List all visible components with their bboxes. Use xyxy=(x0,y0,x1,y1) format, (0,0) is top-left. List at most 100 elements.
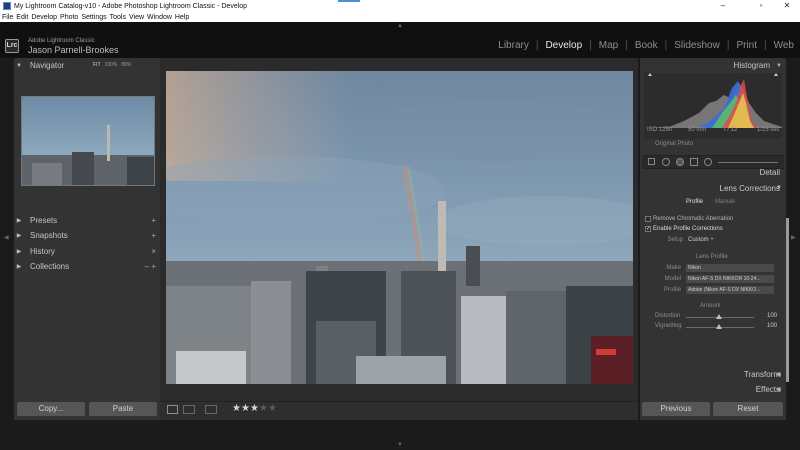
navigator-preview-image xyxy=(22,97,154,185)
vignetting-slider-thumb[interactable] xyxy=(716,324,722,329)
model-label: Model xyxy=(664,276,681,282)
filmstrip-toggle-icon[interactable]: ▼ xyxy=(397,442,403,448)
make-label: Make xyxy=(666,265,681,271)
right-panel-scrollbar[interactable] xyxy=(786,218,789,382)
model-dropdown[interactable]: Nikon AF-S DX NIKKOR 10-24... xyxy=(686,275,774,283)
module-separator: | xyxy=(764,40,767,51)
collections-actions-icon[interactable]: – + xyxy=(145,262,156,271)
exif-shutter-speed: 1/25 sec xyxy=(757,127,780,133)
zoom-88[interactable]: 88% xyxy=(121,62,131,68)
vignetting-value[interactable]: 100 xyxy=(767,323,777,329)
loupe-view-icon[interactable] xyxy=(167,405,178,414)
exif-iso: ISO 1250 xyxy=(647,127,673,133)
navigator-thumbnail[interactable] xyxy=(21,96,155,186)
close-button[interactable]: ✕ xyxy=(776,0,798,12)
graduated-filter-icon[interactable] xyxy=(690,158,698,166)
snapshots-header[interactable]: ▶ Snapshots + xyxy=(14,229,160,242)
menu-window[interactable]: Window xyxy=(147,14,172,21)
minimize-button[interactable]: – xyxy=(712,0,734,12)
remove-ca-checkbox[interactable] xyxy=(645,216,651,222)
rating-star-icon[interactable]: ★ xyxy=(232,403,241,414)
user-name: Jason Parnell-Brookes xyxy=(28,45,119,55)
add-snapshot-icon[interactable]: + xyxy=(151,231,156,240)
navigator-title: Navigator xyxy=(30,61,65,70)
before-after-top-bottom-icon[interactable] xyxy=(205,405,217,414)
collections-header[interactable]: ▶ Collections – + xyxy=(14,260,160,273)
menu-help[interactable]: Help xyxy=(175,14,189,21)
expand-triangle-icon: ◀ xyxy=(776,372,781,378)
exif-focal-length: 50 mm xyxy=(688,127,707,133)
detail-section-header[interactable]: Detail xyxy=(760,168,780,177)
module-map[interactable]: Map xyxy=(599,40,618,51)
module-separator: | xyxy=(589,40,592,51)
module-slideshow[interactable]: Slideshow xyxy=(674,40,720,51)
crop-tool-icon[interactable] xyxy=(648,158,655,165)
module-print[interactable]: Print xyxy=(736,40,757,51)
menu-photo[interactable]: Photo xyxy=(60,14,78,21)
left-panel-toggle-icon[interactable]: ◀ xyxy=(4,234,9,241)
menu-settings[interactable]: Settings xyxy=(81,14,106,21)
rating-star-icon[interactable]: ★ xyxy=(268,403,277,414)
vignetting-label: Vignetting xyxy=(655,323,682,329)
collections-title: Collections xyxy=(30,262,70,271)
clear-history-icon[interactable]: × xyxy=(151,247,156,256)
distortion-slider-thumb[interactable] xyxy=(716,314,722,319)
module-web[interactable]: Web xyxy=(774,40,794,51)
paste-button[interactable]: Paste xyxy=(89,402,157,416)
maximize-button[interactable]: ▫ xyxy=(750,0,772,12)
previous-button[interactable]: Previous xyxy=(642,402,710,416)
lens-corrections-header[interactable]: Lens Corrections xyxy=(720,184,780,193)
menu-view[interactable]: View xyxy=(129,14,144,21)
enable-profile-checkbox[interactable]: ✓ xyxy=(645,226,651,232)
make-dropdown[interactable]: Nikon xyxy=(686,264,774,272)
presets-title: Presets xyxy=(30,216,58,225)
original-photo-label: Original Photo xyxy=(655,141,694,147)
adjustment-brush-slider[interactable] xyxy=(718,162,778,163)
distortion-value[interactable]: 100 xyxy=(767,313,777,319)
profile-dropdown[interactable]: Adobe (Nikon AF-S DX NIKKO... xyxy=(686,286,774,294)
module-separator: | xyxy=(535,40,539,51)
menu-file[interactable]: File xyxy=(2,14,13,21)
exif-aperture: f / 12 xyxy=(724,127,738,133)
rating-star-icon[interactable]: ★ xyxy=(259,403,268,414)
zoom-100[interactable]: 100% xyxy=(105,62,118,68)
module-picker: Library | Develop | Map | Book | Slidesh… xyxy=(491,40,794,51)
rating-star-icon[interactable]: ★ xyxy=(250,403,259,414)
navigator-header[interactable]: ▼ Navigator xyxy=(14,59,160,72)
spot-removal-icon[interactable] xyxy=(662,158,670,166)
reset-button[interactable]: Reset xyxy=(713,402,783,416)
rating-star-icon[interactable]: ★ xyxy=(241,403,250,414)
tab-profile[interactable]: Profile xyxy=(686,199,703,205)
tab-manual[interactable]: Manual xyxy=(715,199,735,205)
module-separator: | xyxy=(625,40,628,51)
right-panel-toggle-icon[interactable]: ▶ xyxy=(791,234,796,241)
collapse-triangle-icon: ▼ xyxy=(776,62,782,69)
add-preset-icon[interactable]: + xyxy=(151,216,156,225)
main-photo[interactable] xyxy=(166,71,633,384)
menu-develop[interactable]: Develop xyxy=(31,14,57,21)
module-library[interactable]: Library xyxy=(498,40,529,51)
module-book[interactable]: Book xyxy=(635,40,658,51)
history-title: History xyxy=(30,247,55,256)
distortion-label: Distortion xyxy=(655,313,681,319)
menu-tools[interactable]: Tools xyxy=(110,14,126,21)
expand-triangle-icon: ▶ xyxy=(16,218,22,224)
star-rating[interactable]: ★★★★★ xyxy=(232,403,277,414)
zoom-fit[interactable]: FIT xyxy=(93,62,101,68)
presets-header[interactable]: ▶ Presets + xyxy=(14,214,160,227)
setup-dropdown[interactable]: Custom ÷ xyxy=(688,237,714,243)
module-develop[interactable]: Develop xyxy=(545,40,582,51)
top-panel-toggle-icon[interactable]: ▲ xyxy=(397,23,403,29)
module-separator: | xyxy=(664,40,668,51)
copy-button[interactable]: Copy... xyxy=(17,402,85,416)
histogram-header[interactable]: Histogram ▼ xyxy=(640,59,786,72)
radial-filter-icon[interactable] xyxy=(704,158,712,166)
history-header[interactable]: ▶ History × xyxy=(14,245,160,258)
before-after-left-right-icon[interactable] xyxy=(183,405,195,414)
transform-section-header[interactable]: Transform xyxy=(744,370,780,379)
lightroom-app-icon xyxy=(3,2,11,10)
tokyo-skyline-photo xyxy=(166,71,633,384)
window-title: My Lightroom Catalog-v10 - Adobe Photosh… xyxy=(14,2,248,10)
menu-edit[interactable]: Edit xyxy=(16,14,28,21)
red-eye-icon[interactable] xyxy=(676,158,684,166)
